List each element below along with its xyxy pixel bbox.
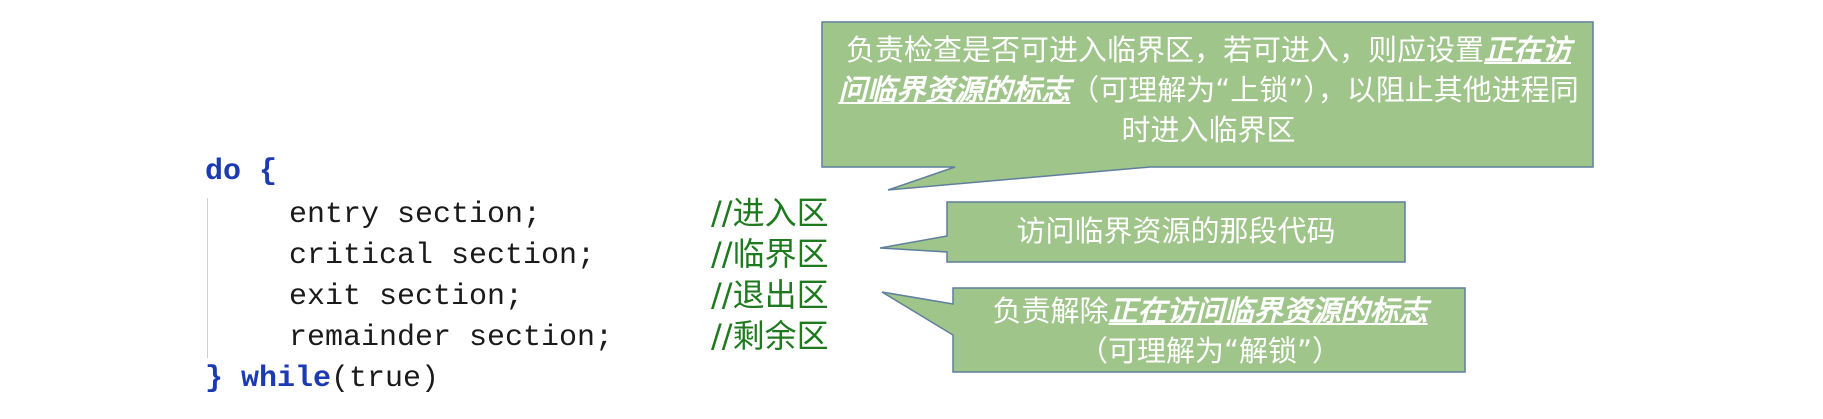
exit-section-code: exit section; bbox=[289, 280, 524, 314]
entry-callout-text-2: （可理解为“上锁”），以阻止其他进程同时进入临界区 bbox=[1070, 73, 1579, 147]
close-brace: } bbox=[205, 362, 224, 396]
entry-callout-text-1: 负责检查是否可进入临界区，若可进入，则应设置 bbox=[845, 33, 1484, 67]
entry-section-code: entry section; bbox=[289, 198, 542, 232]
open-brace: { bbox=[241, 155, 278, 189]
critical-callout: 访问临界资源的那段代码 bbox=[955, 211, 1397, 251]
exit-callout-text-2: （可理解为“解锁”） bbox=[1078, 334, 1342, 368]
critical-callout-text: 访问临界资源的那段代码 bbox=[1016, 214, 1336, 248]
remainder-section-code: remainder section; bbox=[289, 321, 614, 355]
code-line-remainder: remainder section; bbox=[289, 318, 613, 358]
exit-callout-emphasis: 正在访问临界资源的标志 bbox=[1108, 294, 1428, 328]
code-line-do: do { bbox=[205, 152, 277, 192]
while-keyword: while bbox=[241, 362, 332, 396]
critical-section-code: critical section; bbox=[289, 239, 596, 273]
do-keyword: do bbox=[205, 155, 242, 189]
exit-callout: 负责解除正在访问临界资源的标志 （可理解为“解锁”） bbox=[970, 291, 1450, 371]
indent-guide bbox=[207, 198, 208, 358]
code-line-entry: entry section; bbox=[289, 195, 541, 235]
remainder-comment: //剩余区 bbox=[711, 317, 829, 355]
exit-comment: //退出区 bbox=[711, 276, 829, 314]
while-condition: (true) bbox=[331, 362, 440, 396]
exit-callout-text-1: 负责解除 bbox=[992, 294, 1109, 328]
entry-callout: 负责检查是否可进入临界区，若可进入，则应设置正在访问临界资源的标志（可理解为“上… bbox=[836, 30, 1581, 150]
critical-comment: //临界区 bbox=[711, 235, 829, 273]
entry-comment: //进入区 bbox=[711, 194, 829, 232]
code-line-exit: exit section; bbox=[289, 277, 523, 317]
code-line-critical: critical section; bbox=[289, 236, 595, 276]
code-line-while: } while(true) bbox=[205, 359, 439, 399]
